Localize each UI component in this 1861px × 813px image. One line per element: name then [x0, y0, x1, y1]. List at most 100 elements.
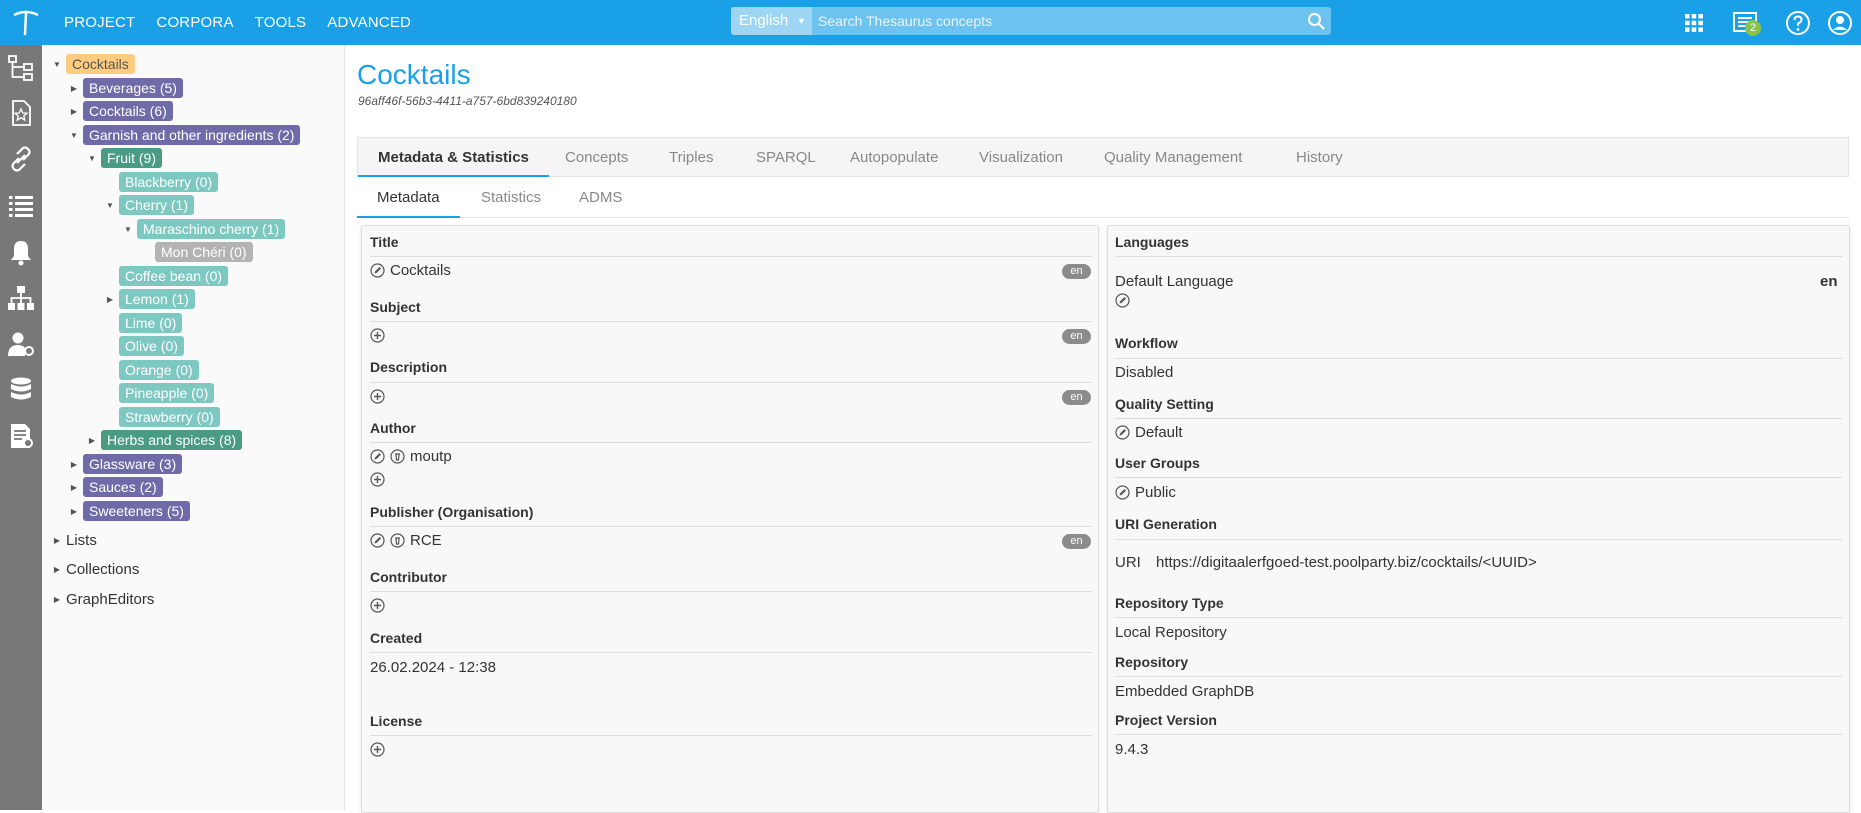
edit-icon[interactable] [1115, 485, 1130, 500]
add-circle-icon[interactable] [370, 472, 385, 487]
edit-icon[interactable] [370, 263, 385, 278]
tree-node-label[interactable]: Cocktails (6) [83, 101, 173, 121]
divider [1115, 256, 1842, 257]
add-circle-icon[interactable] [370, 328, 385, 343]
search-bar: English ▼ Search Thesaurus concepts [731, 7, 1331, 35]
tree-expand-icon[interactable]: ▶ [105, 295, 115, 304]
edit-icon[interactable] [370, 449, 385, 464]
tree-node-label[interactable]: Lime (0) [119, 313, 183, 333]
main-menu: PROJECT CORPORA TOOLS ADVANCED [64, 0, 432, 45]
tree-section-lists: ▶ Lists [52, 530, 97, 550]
tree-node: Orange (0) [105, 360, 199, 380]
language-tag-badge: en [1062, 329, 1091, 344]
delete-icon[interactable] [390, 449, 405, 464]
tree-node-label[interactable]: Cocktails [66, 54, 135, 74]
edit-icon[interactable] [1115, 425, 1130, 440]
tree-collapse-icon[interactable]: ▼ [52, 60, 62, 69]
tab-concepts[interactable]: Concepts [565, 138, 628, 177]
tree-node-label[interactable]: Sweeteners (5) [83, 501, 190, 521]
section-label[interactable]: GraphEditors [66, 591, 154, 608]
tree-node-label[interactable]: Orange (0) [119, 360, 199, 380]
page-title: Cocktails [357, 59, 471, 90]
add-circle-icon[interactable] [370, 742, 385, 757]
menu-corpora[interactable]: CORPORA [156, 14, 233, 31]
org-chart-icon[interactable] [6, 283, 36, 313]
delete-icon[interactable] [390, 533, 405, 548]
tab-history[interactable]: History [1296, 138, 1343, 177]
tab-sparql[interactable]: SPARQL [756, 138, 816, 177]
tree-node: ▶ Cocktails (6) [69, 101, 173, 121]
tree-node-label[interactable]: Pineapple (0) [119, 383, 215, 403]
tree-expand-icon[interactable]: ▶ [69, 107, 79, 116]
tree-expand-icon[interactable]: ▶ [69, 460, 79, 469]
language-select[interactable]: English ▼ [731, 7, 812, 35]
tree-node-label[interactable]: Herbs and spices (8) [101, 430, 243, 450]
search-icon[interactable] [1307, 12, 1325, 30]
database-icon[interactable] [6, 375, 36, 405]
tree-collapse-icon[interactable]: ▼ [105, 201, 115, 210]
tree-node-label[interactable]: Maraschino cherry (1) [137, 219, 286, 239]
tree-node-label[interactable]: Mon Chéri (0) [155, 242, 253, 262]
divider [370, 526, 1092, 527]
tab-quality-management[interactable]: Quality Management [1104, 138, 1242, 177]
search-input[interactable]: Search Thesaurus concepts [818, 7, 992, 35]
tree-node-label[interactable]: Blackberry (0) [119, 172, 219, 192]
section-label[interactable]: Collections [66, 561, 139, 578]
tree-expand-icon[interactable]: ▶ [69, 84, 79, 93]
poolparty-logo-icon[interactable] [11, 6, 41, 38]
divider [370, 321, 1092, 322]
menu-tools[interactable]: TOOLS [255, 14, 307, 31]
tree-node-label[interactable]: Fruit (9) [101, 148, 162, 168]
tree-node: Coffee bean (0) [105, 266, 229, 286]
tree-expand-icon[interactable]: ▶ [69, 507, 79, 516]
subtab-statistics[interactable]: Statistics [481, 177, 541, 218]
publisher-value: RCE [410, 532, 442, 549]
tab-autopopulate[interactable]: Autopopulate [850, 138, 938, 177]
tree-node: ▶ Beverages (5) [69, 78, 183, 98]
tree-node-label[interactable]: Glassware (3) [83, 454, 183, 474]
tree-node-label[interactable]: Beverages (5) [83, 78, 183, 98]
tree-node-label[interactable]: Cherry (1) [119, 195, 195, 215]
edit-icon[interactable] [370, 533, 385, 548]
tree-expand-icon[interactable]: ▶ [87, 436, 97, 445]
tree-expand-icon[interactable]: ▶ [69, 483, 79, 492]
hierarchy-tree-icon[interactable] [6, 53, 36, 83]
tree-node-label[interactable]: Olive (0) [119, 336, 184, 356]
apps-grid-icon[interactable] [1680, 9, 1708, 37]
edit-icon[interactable] [1115, 293, 1130, 308]
tree-node-label[interactable]: Coffee bean (0) [119, 266, 229, 286]
tree-node-label[interactable]: Sauces (2) [83, 477, 163, 497]
tree-node: ▶ Sweeteners (5) [69, 501, 190, 521]
menu-project[interactable]: PROJECT [64, 14, 135, 31]
tree-expand-icon[interactable]: ▶ [52, 595, 62, 604]
tree-expand-icon[interactable]: ▶ [52, 536, 62, 545]
help-icon[interactable] [1784, 9, 1812, 37]
user-account-icon[interactable] [1826, 9, 1854, 37]
list-icon[interactable] [6, 190, 36, 220]
tree-node-label[interactable]: Strawberry (0) [119, 407, 220, 427]
section-label[interactable]: Lists [66, 532, 97, 549]
tree-collapse-icon[interactable]: ▼ [123, 225, 133, 234]
tree-node: ▶ Herbs and spices (8) [87, 430, 243, 450]
created-label: Created [370, 630, 423, 646]
tree-collapse-icon[interactable]: ▼ [87, 154, 97, 163]
project-version-label: Project Version [1115, 712, 1217, 728]
user-settings-icon[interactable] [6, 329, 36, 359]
data-report-icon[interactable] [6, 421, 36, 451]
favorite-document-icon[interactable] [6, 98, 36, 128]
tab-metadata-statistics[interactable]: Metadata & Statistics [358, 138, 549, 177]
subtab-metadata[interactable]: Metadata [357, 177, 460, 218]
menu-advanced[interactable]: ADVANCED [327, 14, 411, 31]
tree-node-label[interactable]: Garnish and other ingredients (2) [83, 125, 301, 145]
add-circle-icon[interactable] [370, 598, 385, 613]
tab-visualization[interactable]: Visualization [979, 138, 1063, 177]
subtab-adms[interactable]: ADMS [579, 177, 622, 218]
tab-triples[interactable]: Triples [669, 138, 713, 177]
tree-node: Blackberry (0) [105, 172, 219, 192]
notification-bell-icon[interactable] [6, 237, 36, 267]
tree-expand-icon[interactable]: ▶ [52, 565, 62, 574]
add-circle-icon[interactable] [370, 389, 385, 404]
tree-collapse-icon[interactable]: ▼ [69, 131, 79, 140]
link-icon[interactable] [6, 144, 36, 174]
tree-node-label[interactable]: Lemon (1) [119, 289, 195, 309]
